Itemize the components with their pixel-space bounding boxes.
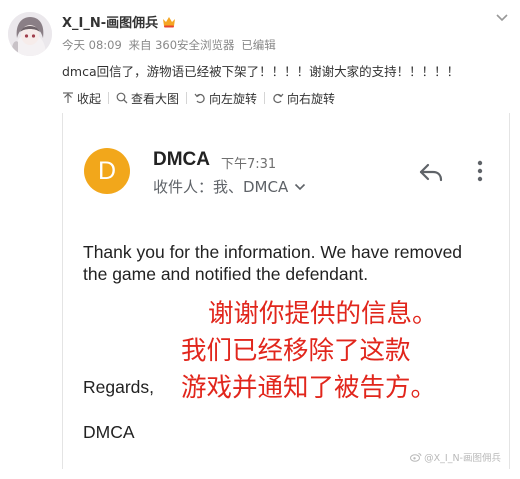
- rotate-right-icon: [273, 93, 284, 104]
- post-edited[interactable]: 已编辑: [241, 38, 276, 52]
- translation-line-3: 游戏并通知了被告方。: [181, 373, 437, 403]
- view-large-button[interactable]: 查看大图: [116, 90, 179, 107]
- arrow-up-icon: [63, 92, 73, 103]
- vip-crown-icon[interactable]: [162, 16, 176, 28]
- weibo-logo-icon: [410, 453, 422, 462]
- chevron-down-icon[interactable]: [494, 12, 510, 24]
- reply-arrow-icon: [419, 163, 443, 182]
- collapse-label: 收起: [77, 91, 102, 106]
- image-toolbar: 收起 查看大图 向左旋转 向右旋转: [62, 88, 335, 108]
- email-time: 下午7:31: [221, 157, 277, 172]
- email-sender-name: DMCA: [153, 149, 210, 170]
- email-screenshot-image[interactable]: D DMCA 下午7:31 收件人：我、DMCA Thank you for t…: [62, 113, 510, 469]
- watermark: @X_I_N-画图佣兵: [410, 450, 501, 464]
- email-recipient: 收件人：我、DMCA: [153, 176, 306, 197]
- chevron-down-icon: [295, 183, 306, 190]
- magnify-icon: [116, 92, 128, 104]
- post-text: dmca回信了，游物语已经被下架了！！！！谢谢大家的支持！！！！！: [62, 64, 460, 79]
- translation-overlay: 谢谢你提供的信息。 我们已经移除了这款 游戏并通知了被告方。: [181, 296, 509, 407]
- user-avatar-image: [8, 12, 52, 56]
- translation-line-1: 谢谢你提供的信息。: [208, 299, 438, 329]
- translation-line-2: 我们已经移除了这款: [181, 336, 411, 366]
- view-large-label: 查看大图: [131, 91, 180, 106]
- username-text[interactable]: X_I_N-画图佣兵: [62, 12, 158, 31]
- email-body: Thank you for the information. We have r…: [83, 242, 463, 284]
- more-vertical-icon: [477, 160, 483, 182]
- toolbar-divider: [186, 92, 188, 104]
- email-sender-avatar: D: [84, 148, 130, 194]
- email-recipient-text: 收件人：我、DMCA: [153, 178, 289, 196]
- email-regards: Regards,: [83, 377, 155, 397]
- rotate-right-button[interactable]: 向右旋转: [272, 90, 335, 107]
- watermark-text: @X_I_N-画图佣兵: [424, 453, 501, 464]
- toolbar-divider: [108, 92, 110, 104]
- post-time[interactable]: 今天 08:09: [62, 38, 122, 52]
- avatar[interactable]: [8, 12, 52, 56]
- rotate-right-label: 向右旋转: [287, 91, 336, 106]
- toolbar-divider: [264, 92, 266, 104]
- rotate-left-button[interactable]: 向左旋转: [194, 90, 257, 107]
- rotate-left-icon: [194, 93, 205, 104]
- collapse-button[interactable]: 收起: [62, 90, 101, 107]
- post-source: 来自 360安全浏览器: [128, 38, 235, 52]
- email-signoff: DMCA: [83, 422, 135, 442]
- rotate-left-label: 向左旋转: [209, 91, 258, 106]
- post-meta: 今天 08:09 来自 360安全浏览器 已编辑: [62, 37, 279, 53]
- username[interactable]: X_I_N-画图佣兵: [62, 12, 176, 31]
